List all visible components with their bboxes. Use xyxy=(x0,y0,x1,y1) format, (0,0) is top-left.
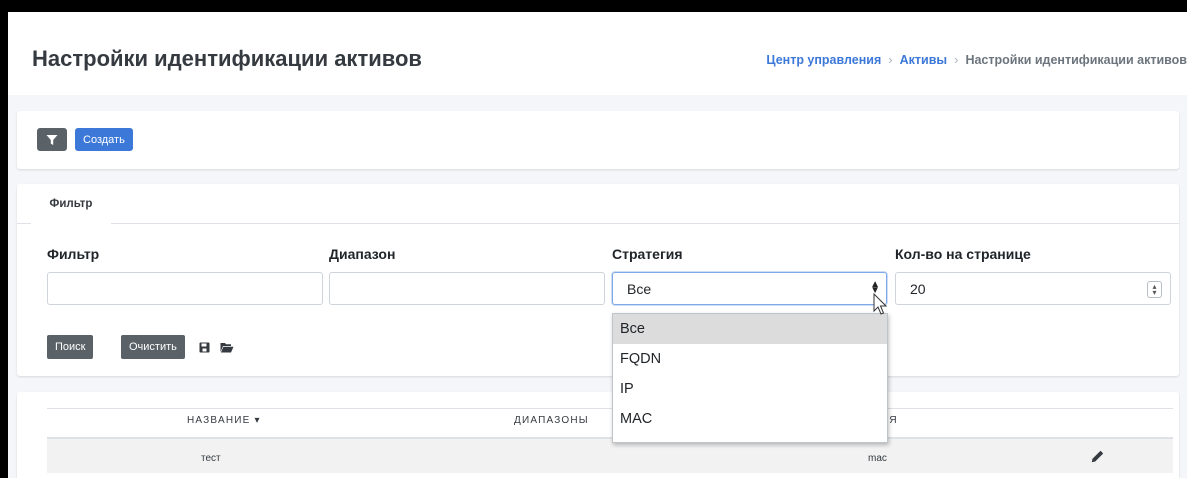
strategy-option-mac[interactable]: MAC xyxy=(613,404,887,434)
sort-desc-icon: ▾ xyxy=(254,415,261,426)
cell-name: тест xyxy=(201,453,221,464)
breadcrumb-control-center[interactable]: Центр управления xyxy=(766,53,881,67)
load-filter-button[interactable] xyxy=(217,335,237,359)
breadcrumb-current: Настройки идентификации активов xyxy=(965,52,1187,67)
strategy-label: Стратегия xyxy=(612,246,683,262)
table-header: НАЗВАНИЕ ▾ ДИАПАЗОНЫ ИЯ xyxy=(47,408,1173,439)
page-header: Настройки идентификации активов Центр уп… xyxy=(8,12,1187,95)
toolbar-card xyxy=(17,111,1179,169)
app-screen: Настройки идентификации активов Центр уп… xyxy=(8,12,1187,478)
page-title: Настройки идентификации активов xyxy=(32,46,422,71)
breadcrumb-assets[interactable]: Активы xyxy=(900,53,947,67)
breadcrumb: Центр управления › Активы › Настройки ид… xyxy=(766,52,1187,67)
spinner-icon[interactable]: ▴ ▾ xyxy=(1147,281,1162,298)
column-header-ranges[interactable]: ДИАПАЗОНЫ xyxy=(514,415,589,426)
table-row[interactable]: тест mac xyxy=(47,439,1173,473)
strategy-option-all[interactable]: Все xyxy=(613,314,887,344)
range-input[interactable] xyxy=(329,272,605,305)
strategy-option-fqdn[interactable]: FQDN xyxy=(613,344,887,374)
column-header-name[interactable]: НАЗВАНИЕ ▾ xyxy=(187,415,261,426)
strategy-select[interactable]: Все ▲ ▼ xyxy=(612,272,887,305)
edit-button[interactable] xyxy=(1091,450,1104,468)
save-filter-button[interactable] xyxy=(194,335,214,359)
per-page-input[interactable]: 20 ▴ ▾ xyxy=(895,272,1171,305)
strategy-option-ip[interactable]: IP xyxy=(613,374,887,404)
tab-divider xyxy=(17,223,1179,224)
filter-input[interactable] xyxy=(47,272,323,305)
per-page-value: 20 xyxy=(910,280,926,297)
chevron-right-icon: › xyxy=(888,52,893,67)
search-button[interactable]: Поиск xyxy=(47,335,94,359)
filter-toggle-button[interactable] xyxy=(37,128,67,151)
tab-filter[interactable]: Фильтр xyxy=(31,184,111,226)
create-button[interactable]: Создать xyxy=(75,128,133,151)
pencil-icon xyxy=(1091,450,1104,463)
clear-button[interactable]: Очистить xyxy=(121,335,185,359)
cell-strategy: mac xyxy=(868,453,887,464)
save-icon xyxy=(199,342,209,352)
per-page-label: Кол-во на странице xyxy=(895,246,1031,262)
range-label: Диапазон xyxy=(329,246,396,262)
folder-open-icon xyxy=(220,342,234,352)
strategy-select-value: Все xyxy=(627,280,652,297)
filter-label: Фильтр xyxy=(47,246,100,262)
chevron-right-icon: › xyxy=(954,52,959,67)
mouse-cursor-icon xyxy=(873,293,888,315)
strategy-dropdown-list: Все FQDN IP MAC xyxy=(612,313,888,443)
filter-icon xyxy=(46,134,58,145)
